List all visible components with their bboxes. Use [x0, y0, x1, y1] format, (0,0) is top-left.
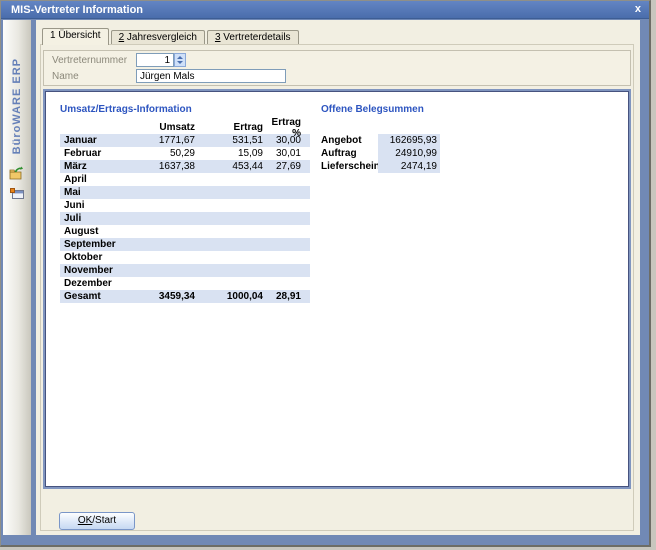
ertrag-value: 453,44	[195, 161, 263, 172]
beleg-label: Auftrag	[321, 148, 378, 159]
umsatz-table-rows: Januar 1771,67 531,51 30,00 Februar 50,2…	[60, 134, 310, 303]
sidebar: BüroWARE ERP	[3, 20, 31, 535]
folder-export-icon[interactable]	[9, 166, 25, 182]
table-row: Oktober	[60, 251, 310, 264]
table-row: Gesamt 3459,34 1000,04 28,91	[60, 290, 310, 303]
month-label: Dezember	[60, 278, 142, 289]
header-ertrag: Ertrag	[195, 122, 263, 133]
name-label: Name	[52, 71, 136, 82]
table-row: Januar 1771,67 531,51 30,00	[60, 134, 310, 147]
beleg-row: Angebot 162695,93	[321, 134, 443, 147]
content-area: 1 Übersicht 2 Jahresvergleich 3 Vertrete…	[36, 20, 640, 535]
window-title: MIS-Vertreter Information	[11, 4, 143, 16]
beleg-label: Lieferschein	[321, 161, 378, 172]
beleg-row: Lieferschein 2474,19	[321, 160, 443, 173]
umsatz-value: 50,29	[142, 148, 195, 159]
tab-label: Vertreterdetails	[221, 32, 291, 43]
spinner-up-icon[interactable]	[177, 56, 183, 59]
ok-rest: /Start	[92, 515, 116, 526]
belegsummen-title: Offene Belegsummen	[321, 104, 443, 116]
month-label: März	[60, 161, 142, 172]
brand-logo: BüroWARE ERP	[11, 58, 23, 154]
title-bar[interactable]: MIS-Vertreter Information x	[1, 1, 649, 19]
month-label: Januar	[60, 135, 142, 146]
month-label: Oktober	[60, 252, 142, 263]
vertreternummer-spinner[interactable]	[174, 53, 186, 67]
spinner-down-icon[interactable]	[177, 61, 183, 64]
table-row: April	[60, 173, 310, 186]
month-label: Juli	[60, 213, 142, 224]
ertrag-value: 15,09	[195, 148, 263, 159]
vertreternummer-input[interactable]	[136, 53, 174, 67]
ok-mnemonic: OK	[78, 515, 92, 526]
name-input[interactable]	[136, 69, 286, 83]
table-row: September	[60, 238, 310, 251]
tab-jahresvergleich[interactable]: 2 Jahresvergleich	[111, 30, 205, 45]
belegsummen-rows: Angebot 162695,93 Auftrag 24910,99	[321, 134, 443, 173]
umsatz-value: 1771,67	[142, 135, 195, 146]
table-row: Juni	[60, 199, 310, 212]
month-label: November	[60, 265, 142, 276]
month-label: Mai	[60, 187, 142, 198]
ertrag-pct-value: 28,91	[263, 291, 301, 302]
window-body: BüroWARE ERP	[3, 20, 640, 535]
tab-uebersicht[interactable]: 1 Übersicht	[42, 28, 109, 45]
ertrag-pct-value: 30,01	[263, 148, 301, 159]
beleg-row: Auftrag 24910,99	[321, 147, 443, 160]
table-row: Februar 50,29 15,09 30,01	[60, 147, 310, 160]
table-row: März 1637,38 453,44 27,69	[60, 160, 310, 173]
beleg-label: Angebot	[321, 135, 378, 146]
window-task-icon[interactable]	[9, 185, 25, 201]
umsatz-table-title: Umsatz/Ertrags-Information	[60, 104, 310, 116]
ertrag-pct-value: 30,00	[263, 135, 301, 146]
month-label: Juni	[60, 200, 142, 211]
mis-vertreter-window: MIS-Vertreter Information x BüroWARE ERP	[0, 0, 651, 547]
table-row: August	[60, 225, 310, 238]
month-label: Februar	[60, 148, 142, 159]
month-label: April	[60, 174, 142, 185]
beleg-value: 2474,19	[378, 160, 440, 173]
ertrag-value: 1000,04	[195, 291, 263, 302]
beleg-value: 162695,93	[378, 134, 440, 147]
tab-label: Jahresvergleich	[124, 32, 197, 43]
vertreternummer-label: Vertreternummer	[52, 55, 136, 66]
table-row: November	[60, 264, 310, 277]
vertreter-form-panel: Vertreternummer Name	[43, 50, 631, 86]
beleg-value: 24910,99	[378, 147, 440, 160]
ertrag-pct-value: 27,69	[263, 161, 301, 172]
tab-page-uebersicht: Vertreternummer Name Umsatz/Er	[40, 44, 634, 531]
umsatz-ertrag-table: Umsatz/Ertrags-Information Umsatz Ertrag…	[60, 104, 310, 487]
footer-bar: OK/Start	[42, 510, 632, 530]
umsatz-value: 3459,34	[142, 291, 195, 302]
month-label: August	[60, 226, 142, 237]
umsatz-value: 1637,38	[142, 161, 195, 172]
table-row: Mai	[60, 186, 310, 199]
month-label: September	[60, 239, 142, 250]
data-panel: Umsatz/Ertrags-Information Umsatz Ertrag…	[43, 89, 631, 489]
ok-start-button[interactable]: OK/Start	[59, 512, 135, 530]
belegsummen-table: Offene Belegsummen Angebot 162695,93	[321, 104, 443, 487]
tab-strip: 1 Übersicht 2 Jahresvergleich 3 Vertrete…	[42, 28, 634, 45]
belegsummen-spacer	[321, 121, 443, 134]
tab-label: Übersicht	[56, 30, 101, 41]
umsatz-table-header: Umsatz Ertrag Ertrag %	[60, 121, 310, 134]
table-row: Dezember	[60, 277, 310, 290]
month-label: Gesamt	[60, 291, 142, 302]
ertrag-value: 531,51	[195, 135, 263, 146]
header-umsatz: Umsatz	[142, 122, 195, 133]
table-row: Juli	[60, 212, 310, 225]
close-icon[interactable]: x	[635, 1, 641, 18]
tab-vertreterdetails[interactable]: 3 Vertreterdetails	[207, 30, 299, 45]
